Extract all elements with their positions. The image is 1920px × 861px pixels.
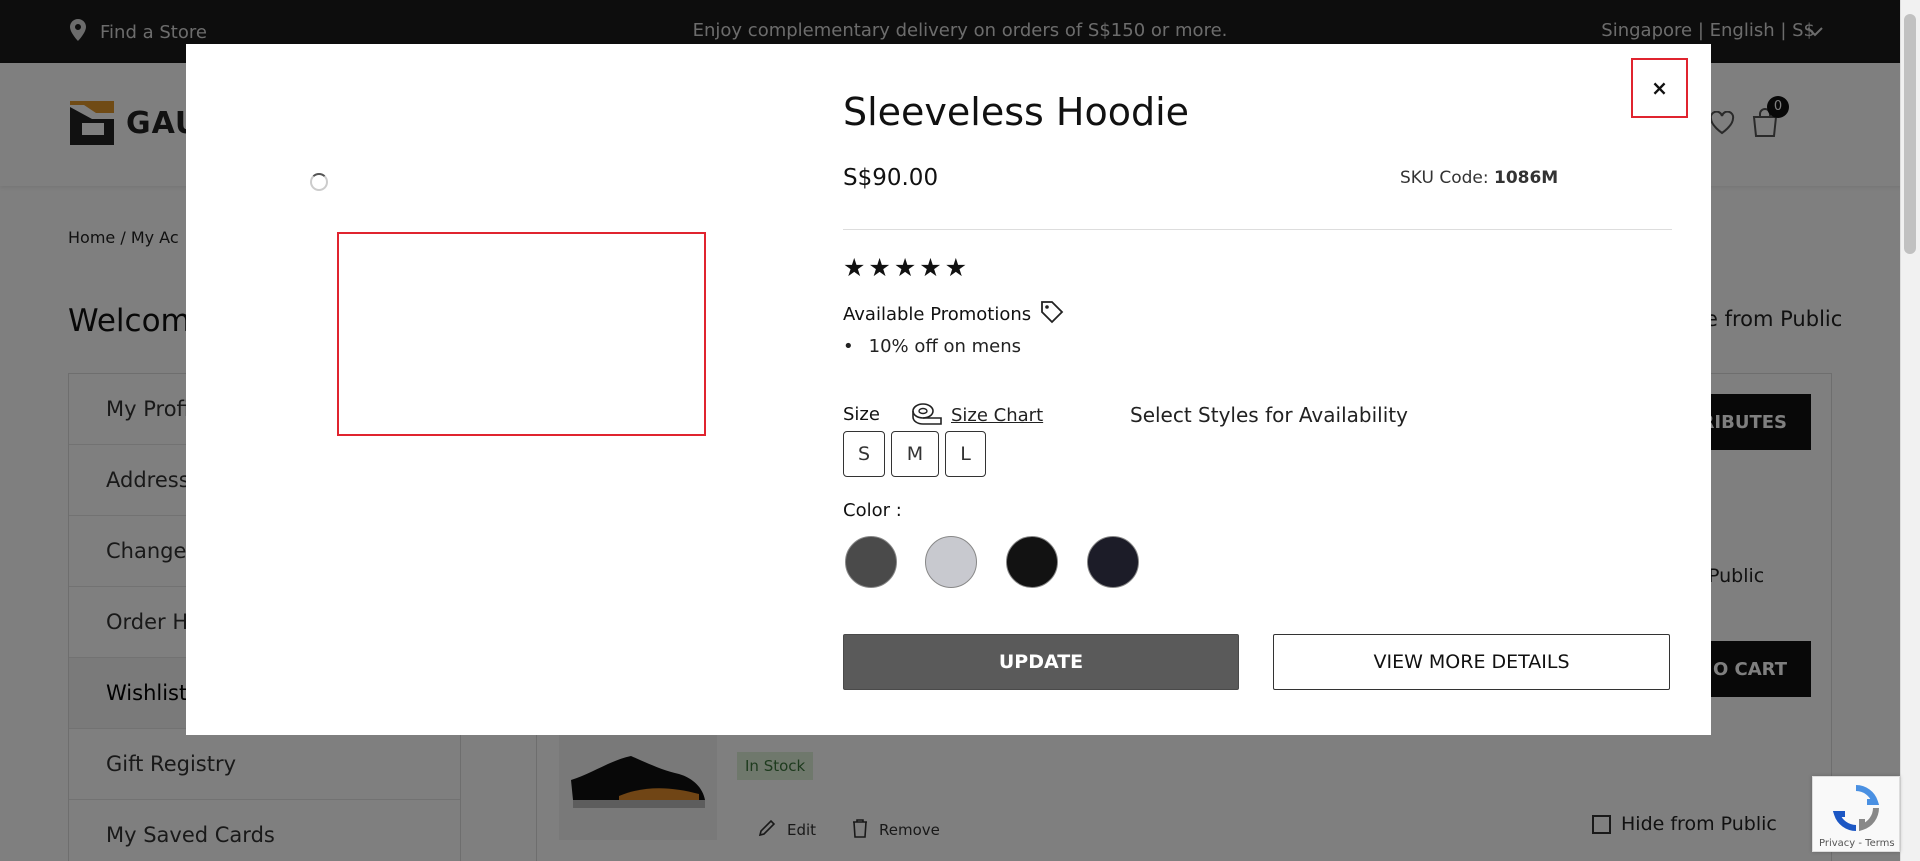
- measuring-tape-icon: [911, 401, 943, 430]
- color-swatch-navy[interactable]: [1087, 536, 1139, 588]
- recaptcha-icon: [1832, 785, 1880, 832]
- size-option-l[interactable]: L: [945, 431, 986, 477]
- tag-icon: [1039, 299, 1065, 330]
- color-swatch-light-grey[interactable]: [925, 536, 977, 588]
- color-swatch-black[interactable]: [1006, 536, 1058, 588]
- size-options: S M L: [843, 431, 986, 477]
- availability-text: Select Styles for Availability: [1130, 403, 1408, 427]
- size-option-m[interactable]: M: [891, 431, 939, 477]
- recaptcha-terms[interactable]: Privacy - Terms: [1819, 838, 1895, 849]
- promotions-label: Available Promotions: [843, 304, 1032, 325]
- sku-value: 1086M: [1493, 168, 1559, 188]
- star-rating: ★★★★★: [843, 253, 971, 282]
- color-swatch-charcoal[interactable]: [845, 536, 897, 588]
- update-button[interactable]: UPDATE: [843, 634, 1239, 690]
- size-chart-link[interactable]: Size Chart: [911, 401, 1043, 430]
- close-button[interactable]: ×: [1631, 58, 1688, 118]
- divider: [843, 229, 1672, 230]
- recaptcha-badge[interactable]: Privacy - Terms: [1812, 776, 1900, 852]
- promotions-list: 10% off on mens: [843, 336, 1021, 357]
- promotions-heading: Available Promotions: [843, 299, 1065, 330]
- scrollbar-thumb[interactable]: [1904, 14, 1916, 254]
- size-chart-label: Size Chart: [951, 405, 1044, 426]
- product-price: S$90.00: [843, 165, 939, 191]
- sku-label: SKU Code:: [1400, 168, 1489, 188]
- loading-spinner-icon: [310, 173, 328, 191]
- product-title: Sleeveless Hoodie: [843, 90, 1190, 134]
- sku-code: SKU Code: 1086M: [1400, 168, 1558, 188]
- color-label: Color :: [843, 500, 902, 521]
- quick-view-modal: × Sleeveless Hoodie S$90.00 SKU Code: 10…: [186, 44, 1711, 735]
- size-option-s[interactable]: S: [843, 431, 885, 477]
- size-label: Size: [843, 404, 880, 425]
- product-image-placeholder: [337, 232, 706, 436]
- view-more-details-button[interactable]: VIEW MORE DETAILS: [1273, 634, 1670, 690]
- promotion-item: 10% off on mens: [843, 336, 1021, 357]
